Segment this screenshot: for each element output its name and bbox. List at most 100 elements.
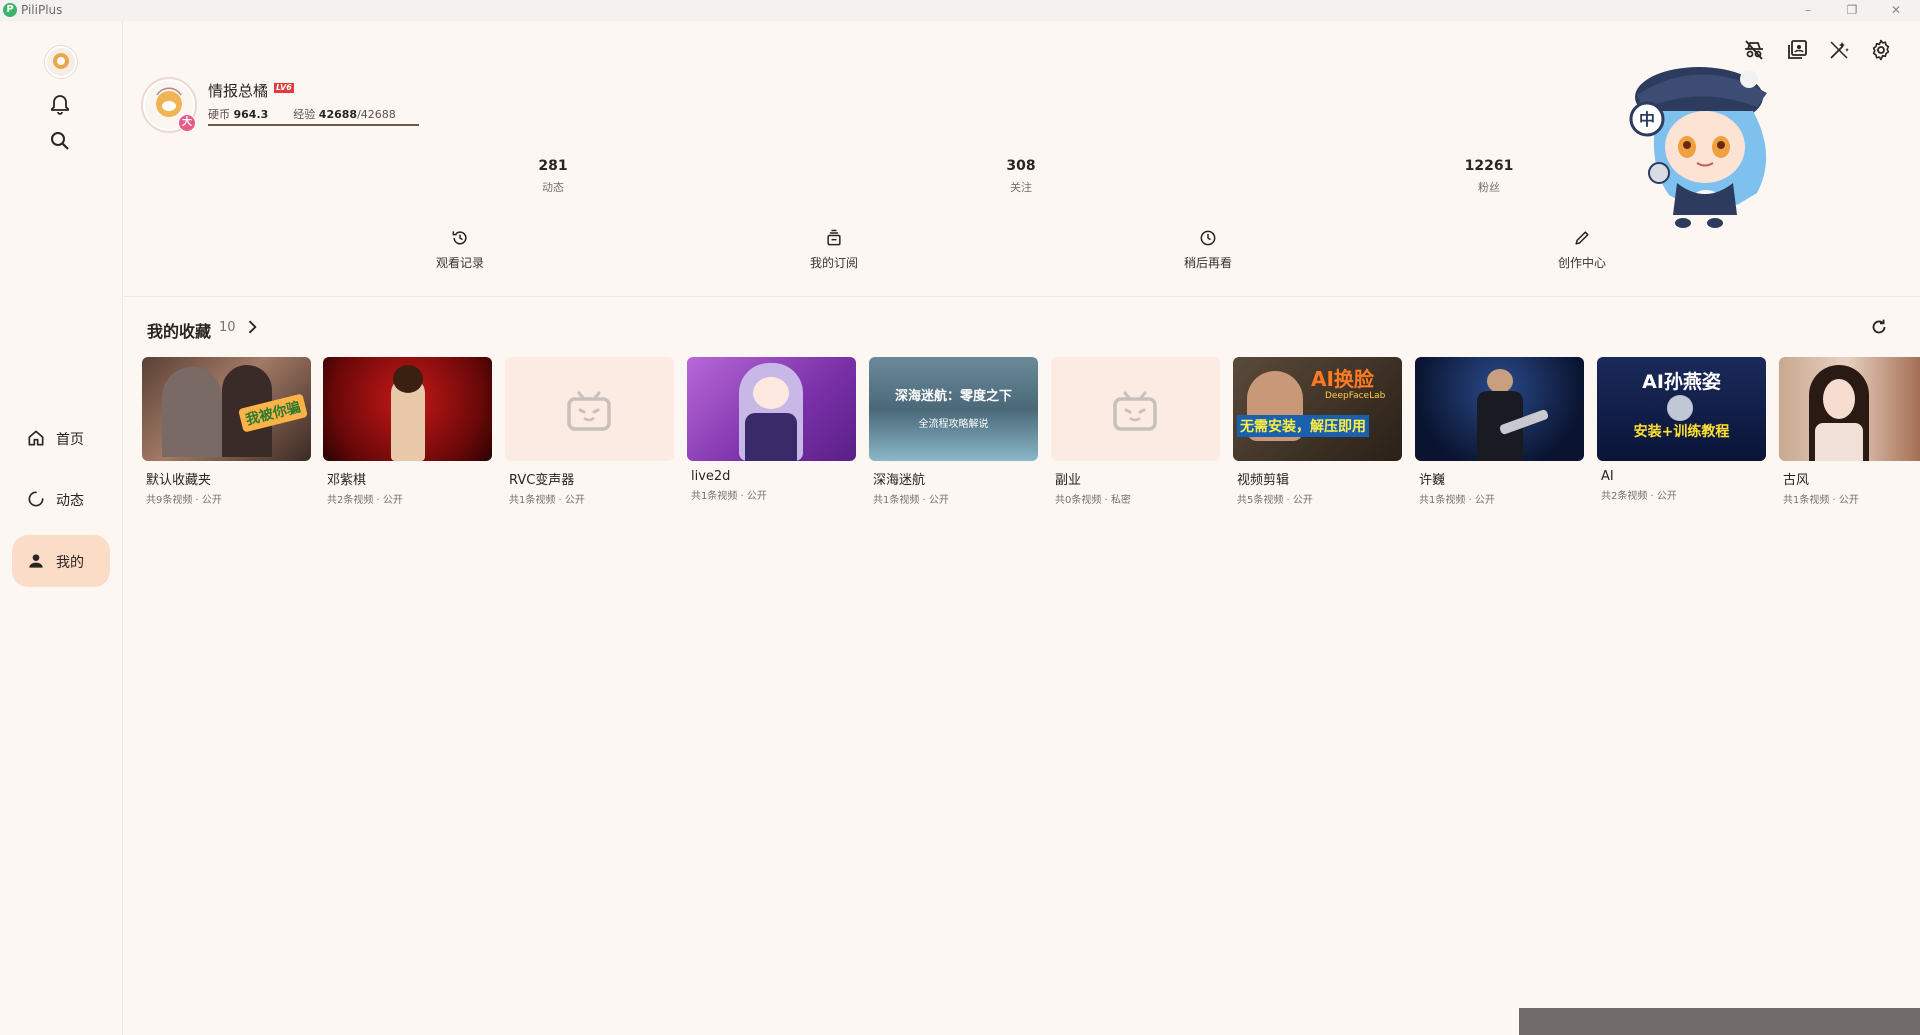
folder-subtitle: 共0条视频 · 私密 bbox=[1055, 495, 1131, 506]
action-creator-center[interactable]: 创作中心 bbox=[1522, 228, 1642, 271]
stat-following[interactable]: 308 关注 bbox=[961, 158, 1081, 195]
close-button[interactable]: ✕ bbox=[1874, 0, 1918, 21]
folder-subtitle: 共9条视频 · 公开 bbox=[146, 495, 222, 506]
exp-label: 经验 bbox=[293, 108, 316, 121]
favorite-folder-card[interactable]: 古风 共1条视频 · 公开 bbox=[1779, 357, 1920, 506]
folder-title: RVC变声器 bbox=[509, 473, 575, 488]
nav-item-dynamic[interactable]: 动态 bbox=[12, 473, 110, 525]
theme-toggle-icon[interactable] bbox=[1827, 38, 1851, 62]
app-title: PiliPlus bbox=[21, 3, 63, 17]
sidebar: 首页 动态 我的 bbox=[0, 21, 123, 1035]
folder-subtitle: 共1条视频 · 公开 bbox=[1783, 495, 1859, 506]
favorite-folder-card[interactable]: 邓紫棋 共2条视频 · 公开 bbox=[323, 357, 493, 506]
favorite-folder-card[interactable]: 我被你骗 默认收藏夹 共9条视频 · 公开 bbox=[142, 357, 312, 506]
thumbnail-caption: 深海迷航：零度之下 bbox=[894, 389, 1012, 404]
app-logo-icon: P bbox=[3, 3, 17, 17]
folder-thumbnail bbox=[323, 357, 492, 461]
favorite-folder-card[interactable]: 副业 共0条视频 · 私密 bbox=[1051, 357, 1221, 506]
folder-subtitle: 共1条视频 · 公开 bbox=[509, 495, 585, 506]
stat-followers[interactable]: 12261 粉丝 bbox=[1429, 158, 1549, 195]
stat-label: 关注 bbox=[1010, 181, 1032, 194]
exp-progress-fill bbox=[208, 124, 419, 126]
folder-title: AI bbox=[1601, 469, 1614, 484]
nav-label-dynamic: 动态 bbox=[56, 493, 84, 509]
folder-title: live2d bbox=[691, 469, 731, 484]
thumbnail-caption: 安装+训练教程 bbox=[1633, 424, 1730, 440]
nav-item-mine[interactable]: 我的 bbox=[12, 535, 110, 587]
folder-thumbnail: AI换脸 DeepFaceLab 无需安装，解压即用 bbox=[1233, 357, 1402, 461]
thumbnail-caption: AI换脸 bbox=[1311, 367, 1374, 391]
restore-button[interactable]: ❐ bbox=[1830, 0, 1874, 21]
action-label: 稍后再看 bbox=[1183, 256, 1232, 270]
favorite-folder-card[interactable]: 深海迷航：零度之下 全流程攻略解说 深海迷航 共1条视频 · 公开 bbox=[869, 357, 1039, 506]
sidebar-avatar[interactable] bbox=[44, 45, 78, 79]
dynamic-icon bbox=[28, 491, 44, 507]
folder-title: 邓紫棋 bbox=[327, 473, 367, 488]
level-badge: LV6 bbox=[274, 83, 294, 93]
vip-badge: 大 bbox=[178, 114, 196, 132]
folder-thumbnail: 我被你骗 bbox=[142, 357, 311, 461]
folder-subtitle: 共5条视频 · 公开 bbox=[1237, 495, 1313, 506]
favorite-folder-card[interactable]: 许巍 共1条视频 · 公开 bbox=[1415, 357, 1585, 506]
nav-item-home[interactable]: 首页 bbox=[12, 412, 110, 464]
title-bar: P PiliPlus – ❐ ✕ bbox=[0, 0, 1920, 21]
exp-total: /42688 bbox=[357, 108, 396, 121]
history-icon bbox=[452, 231, 467, 245]
favorite-folder-card[interactable]: AI换脸 DeepFaceLab 无需安装，解压即用 视频剪辑 共5条视频 · … bbox=[1233, 357, 1403, 506]
favorite-folder-card[interactable]: AI孙燕姿 安装+训练教程 AI 共2条视频 · 公开 bbox=[1597, 357, 1767, 502]
thumbnail-caption: AI孙燕姿 bbox=[1642, 371, 1721, 393]
chevron-right-icon[interactable] bbox=[242, 317, 262, 337]
exp-current: 42688 bbox=[318, 108, 358, 121]
stat-value: 308 bbox=[1006, 158, 1036, 174]
folder-thumbnail bbox=[505, 357, 674, 461]
stat-value: 281 bbox=[538, 158, 568, 174]
folder-thumbnail bbox=[687, 357, 856, 461]
minimize-button[interactable]: – bbox=[1786, 0, 1830, 21]
folder-title: 深海迷航 bbox=[873, 473, 926, 488]
overlay-bar bbox=[1519, 1008, 1920, 1035]
folder-thumbnail bbox=[1415, 357, 1584, 461]
action-label: 观看记录 bbox=[435, 256, 484, 270]
favorite-folder-card[interactable]: RVC变声器 共1条视频 · 公开 bbox=[505, 357, 675, 506]
favorites-title[interactable]: 我的收藏 bbox=[147, 318, 211, 342]
folder-thumbnail bbox=[1051, 357, 1220, 461]
favorites-count: 10 bbox=[219, 320, 236, 335]
stat-value: 12261 bbox=[1464, 158, 1514, 174]
action-watch-later[interactable]: 稍后再看 bbox=[1148, 228, 1268, 271]
folder-subtitle: 共2条视频 · 公开 bbox=[1601, 491, 1677, 502]
folder-title: 副业 bbox=[1055, 473, 1082, 488]
mascot-illustration: 中 bbox=[1629, 67, 1767, 228]
coins-value: 964.3 bbox=[233, 108, 269, 121]
folder-thumbnail: 深海迷航：零度之下 全流程攻略解说 bbox=[869, 357, 1038, 461]
nav-label-home: 首页 bbox=[56, 432, 84, 448]
coin-exp-row: 硬币 964.3 经验 42688/42688 bbox=[208, 106, 396, 122]
mascot-badge-text: 中 bbox=[1639, 110, 1655, 129]
stat-dynamics[interactable]: 281 动态 bbox=[493, 158, 613, 195]
bilibili-tv-placeholder-icon bbox=[1113, 391, 1157, 431]
action-label: 创作中心 bbox=[1557, 256, 1606, 270]
search-icon[interactable] bbox=[48, 129, 72, 153]
notification-bell-icon[interactable] bbox=[48, 93, 72, 117]
pencil-icon bbox=[1575, 231, 1589, 245]
folder-title: 视频剪辑 bbox=[1237, 473, 1290, 488]
folder-title: 古风 bbox=[1783, 473, 1810, 488]
action-label: 我的订阅 bbox=[809, 256, 858, 270]
folder-title: 许巍 bbox=[1419, 473, 1446, 488]
action-subscriptions[interactable]: 我的订阅 bbox=[774, 228, 894, 271]
stat-label: 动态 bbox=[542, 181, 564, 194]
home-icon bbox=[28, 430, 44, 446]
subscription-icon bbox=[827, 229, 841, 246]
user-name[interactable]: 情报总橘 bbox=[208, 80, 268, 101]
refresh-icon[interactable] bbox=[1868, 316, 1890, 338]
thumbnail-caption: 全流程攻略解说 bbox=[918, 419, 989, 430]
settings-gear-icon[interactable] bbox=[1869, 38, 1893, 62]
person-icon bbox=[29, 554, 43, 568]
folder-title: 默认收藏夹 bbox=[146, 473, 212, 488]
section-divider bbox=[123, 296, 1920, 297]
exp-progress-bar bbox=[208, 124, 419, 126]
folder-subtitle: 共1条视频 · 公开 bbox=[1419, 495, 1495, 506]
thumbnail-caption: 无需安装，解压即用 bbox=[1237, 415, 1369, 437]
stat-label: 粉丝 bbox=[1478, 181, 1500, 194]
action-watch-history[interactable]: 观看记录 bbox=[400, 228, 520, 271]
favorite-folder-card[interactable]: live2d 共1条视频 · 公开 bbox=[687, 357, 857, 502]
